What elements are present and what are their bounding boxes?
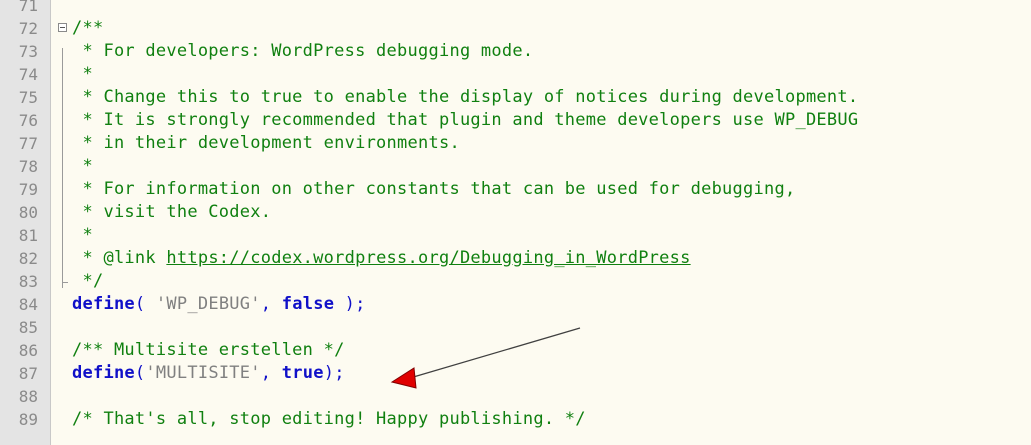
annotation-layer — [390, 327, 581, 389]
code-editor[interactable]: 71 72/** 73 * For developers: WordPress de… — [0, 0, 1031, 445]
red-arrow-icon — [390, 367, 417, 389]
annotation-arrow-shaft — [409, 327, 581, 379]
